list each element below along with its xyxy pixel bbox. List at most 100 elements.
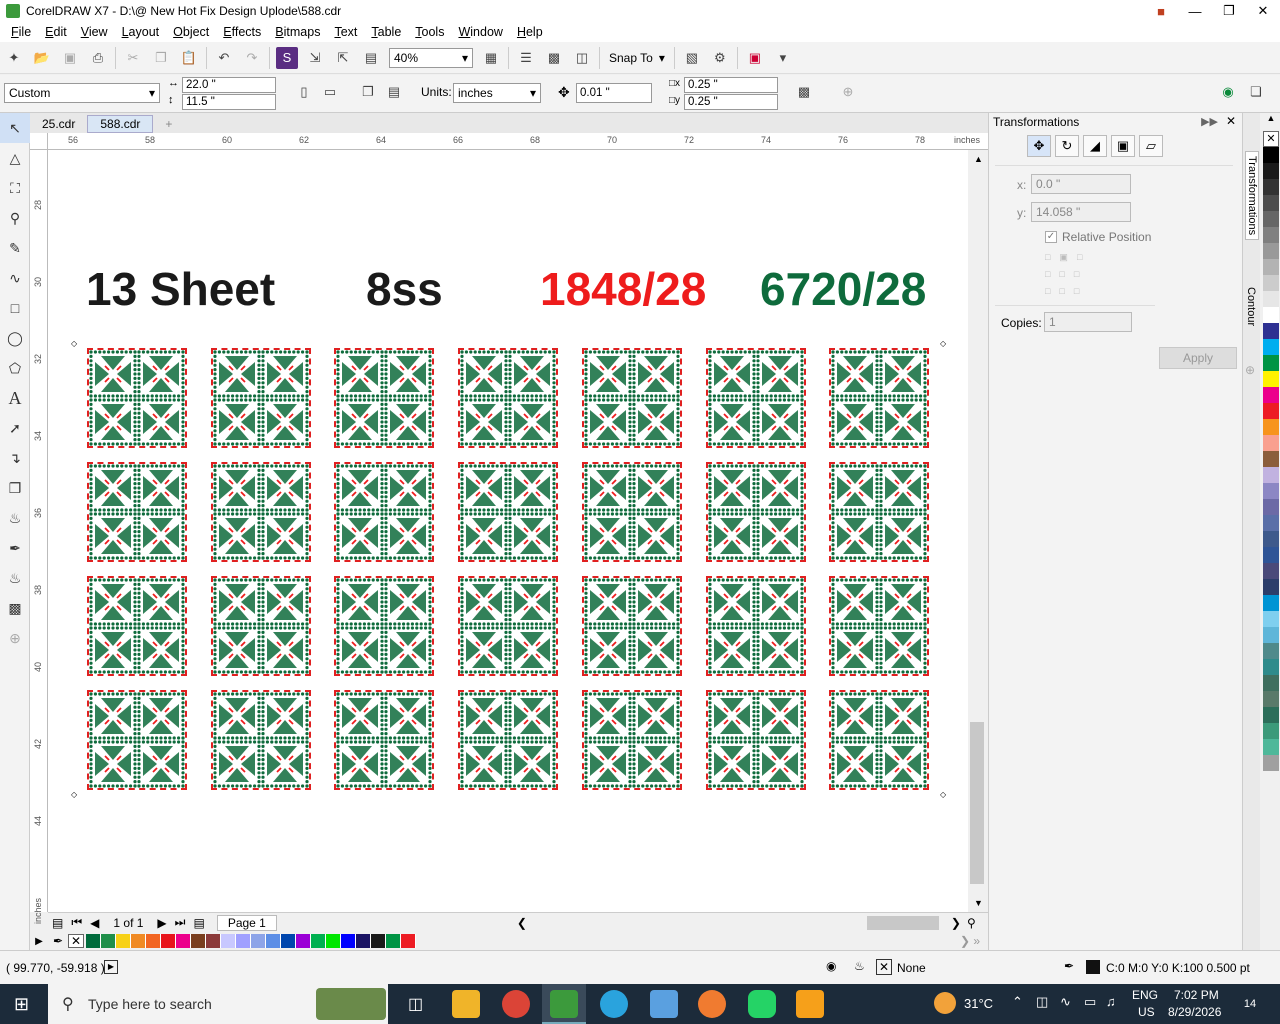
design-tile[interactable] [334, 348, 435, 448]
relative-position-checkbox[interactable]: ✓ [1045, 231, 1057, 243]
page-tab[interactable]: Page 1 [216, 914, 277, 931]
skew-icon[interactable]: ▱ [1139, 135, 1163, 157]
menu-help[interactable]: Help [510, 25, 550, 39]
whatsapp-icon[interactable] [748, 990, 776, 1018]
ellipse-tool-icon[interactable]: ◯ [0, 323, 30, 353]
color-swatch[interactable] [1263, 435, 1279, 451]
menu-bitmaps[interactable]: Bitmaps [268, 25, 327, 39]
color-swatch[interactable] [1263, 643, 1279, 659]
chrome-icon[interactable] [502, 990, 530, 1018]
connector-tool-icon[interactable]: ↴ [0, 443, 30, 473]
selection-handle[interactable]: ◇ [71, 339, 77, 348]
print-icon[interactable]: ⎙ [87, 47, 109, 69]
taskbar-search[interactable]: ⚲ Type here to search [48, 984, 388, 1024]
design-tile[interactable] [87, 348, 187, 448]
show-rulers-icon[interactable]: ☰ [515, 47, 537, 69]
y-position-field[interactable]: 14.058 " [1031, 202, 1131, 222]
rectangle-tool-icon[interactable]: □ [0, 293, 30, 323]
color-swatch[interactable] [1263, 323, 1279, 339]
design-tile[interactable] [705, 576, 806, 676]
color-swatch[interactable] [1263, 611, 1279, 627]
scroll-down-icon[interactable]: ▼ [974, 898, 983, 908]
scroll-up-icon[interactable]: ▲ [974, 154, 983, 164]
palette-scroll-icon[interactable]: ❯ » [960, 934, 980, 948]
color-swatch[interactable] [296, 934, 311, 948]
color-swatch[interactable] [1263, 691, 1279, 707]
scroll-right-icon[interactable]: ❯ [951, 916, 961, 930]
restore-button[interactable]: ❐ [1212, 0, 1246, 22]
design-tile[interactable] [705, 348, 806, 448]
color-swatch[interactable] [1263, 579, 1279, 595]
parallel-dimension-icon[interactable]: ➚ [0, 413, 30, 443]
color-swatch[interactable] [1263, 483, 1279, 499]
color-swatch[interactable] [1263, 659, 1279, 675]
design-tile[interactable] [581, 690, 682, 790]
color-swatch[interactable] [1263, 515, 1279, 531]
color-swatch[interactable] [1263, 627, 1279, 643]
current-page-icon[interactable]: ▤ [383, 81, 405, 103]
scale-mirror-icon[interactable]: ◢ [1083, 135, 1107, 157]
menu-view[interactable]: View [74, 25, 115, 39]
color-swatch[interactable] [1263, 355, 1279, 371]
welcome-screen-icon[interactable]: ▧ [681, 47, 703, 69]
tab-25-cdr[interactable]: 25.cdr [30, 115, 87, 133]
menu-file[interactable]: File [4, 25, 38, 39]
open-icon[interactable]: 📂 [31, 47, 53, 69]
design-tile[interactable] [705, 462, 806, 562]
eyedropper-icon[interactable]: ✒ [0, 533, 30, 563]
last-page-icon[interactable]: ⏭ [175, 915, 186, 930]
rotate-icon[interactable]: ↻ [1055, 135, 1079, 157]
color-swatch[interactable] [101, 934, 116, 948]
color-swatch[interactable] [86, 934, 101, 948]
freehand-tool-icon[interactable]: ✎ [0, 233, 30, 263]
design-tile[interactable] [458, 576, 559, 676]
color-swatch[interactable] [251, 934, 266, 948]
color-swatch[interactable] [1263, 531, 1279, 547]
cut-icon[interactable]: ✂ [122, 47, 144, 69]
wifi-icon[interactable]: ∿ [1060, 994, 1071, 1010]
color-swatch[interactable] [1263, 595, 1279, 611]
anchor-grid[interactable]: □▣□ □□□ □□□ [1045, 249, 1095, 297]
tab-588-cdr[interactable]: 588.cdr [87, 115, 154, 133]
color-swatch[interactable] [1263, 275, 1279, 291]
color-swatch[interactable] [236, 934, 251, 948]
design-tile[interactable] [210, 576, 311, 676]
close-button[interactable]: ✕ [1246, 0, 1280, 22]
color-swatch[interactable] [1263, 675, 1279, 691]
user-icon[interactable]: ■ [1144, 0, 1178, 22]
add-tool-icon[interactable]: ⊕ [0, 623, 30, 653]
crop-tool-icon[interactable]: ⛶ [0, 173, 30, 203]
color-swatch[interactable] [311, 934, 326, 948]
color-swatch[interactable] [281, 934, 296, 948]
horizontal-ruler[interactable]: inches 56 58 60 62 64 66 68 70 72 74 76 78 [48, 133, 988, 150]
prev-page-icon[interactable]: ◀ [90, 916, 99, 930]
color-swatch[interactable] [146, 934, 161, 948]
shape-tool-icon[interactable]: △ [0, 143, 30, 173]
color-swatch[interactable] [1263, 163, 1279, 179]
tray-chevron-icon[interactable]: ⌃ [1012, 994, 1023, 1010]
add-docker-icon[interactable]: ⊕ [1245, 363, 1255, 377]
color-swatch[interactable] [326, 934, 341, 948]
scroll-left-icon[interactable]: ❮ [517, 916, 527, 930]
color-swatch[interactable] [1263, 451, 1279, 467]
color-swatch[interactable] [386, 934, 401, 948]
redo-icon[interactable]: ↷ [241, 47, 263, 69]
app-icon[interactable] [650, 990, 678, 1018]
design-tile[interactable] [87, 576, 187, 676]
first-page-icon[interactable]: ⏮ [71, 915, 82, 930]
apply-button[interactable]: Apply [1159, 347, 1237, 369]
color-swatch[interactable] [1263, 195, 1279, 211]
color-swatch[interactable] [1263, 563, 1279, 579]
color-swatch[interactable] [356, 934, 371, 948]
color-swatch[interactable] [401, 934, 416, 948]
color-swatch[interactable] [341, 934, 356, 948]
color-swatch[interactable] [1263, 147, 1279, 163]
color-swatch[interactable] [266, 934, 281, 948]
weather-temp[interactable]: 31°C [964, 996, 993, 1011]
transformations-tab[interactable]: Transformations [1245, 151, 1259, 241]
options-icon[interactable]: ⚙ [709, 47, 731, 69]
publish-pdf-icon[interactable]: ▤ [360, 47, 382, 69]
coreldraw-taskbar-button[interactable] [542, 984, 586, 1024]
nudge-distance-field[interactable]: 0.01 " [576, 83, 652, 103]
file-explorer-icon[interactable] [452, 990, 480, 1018]
